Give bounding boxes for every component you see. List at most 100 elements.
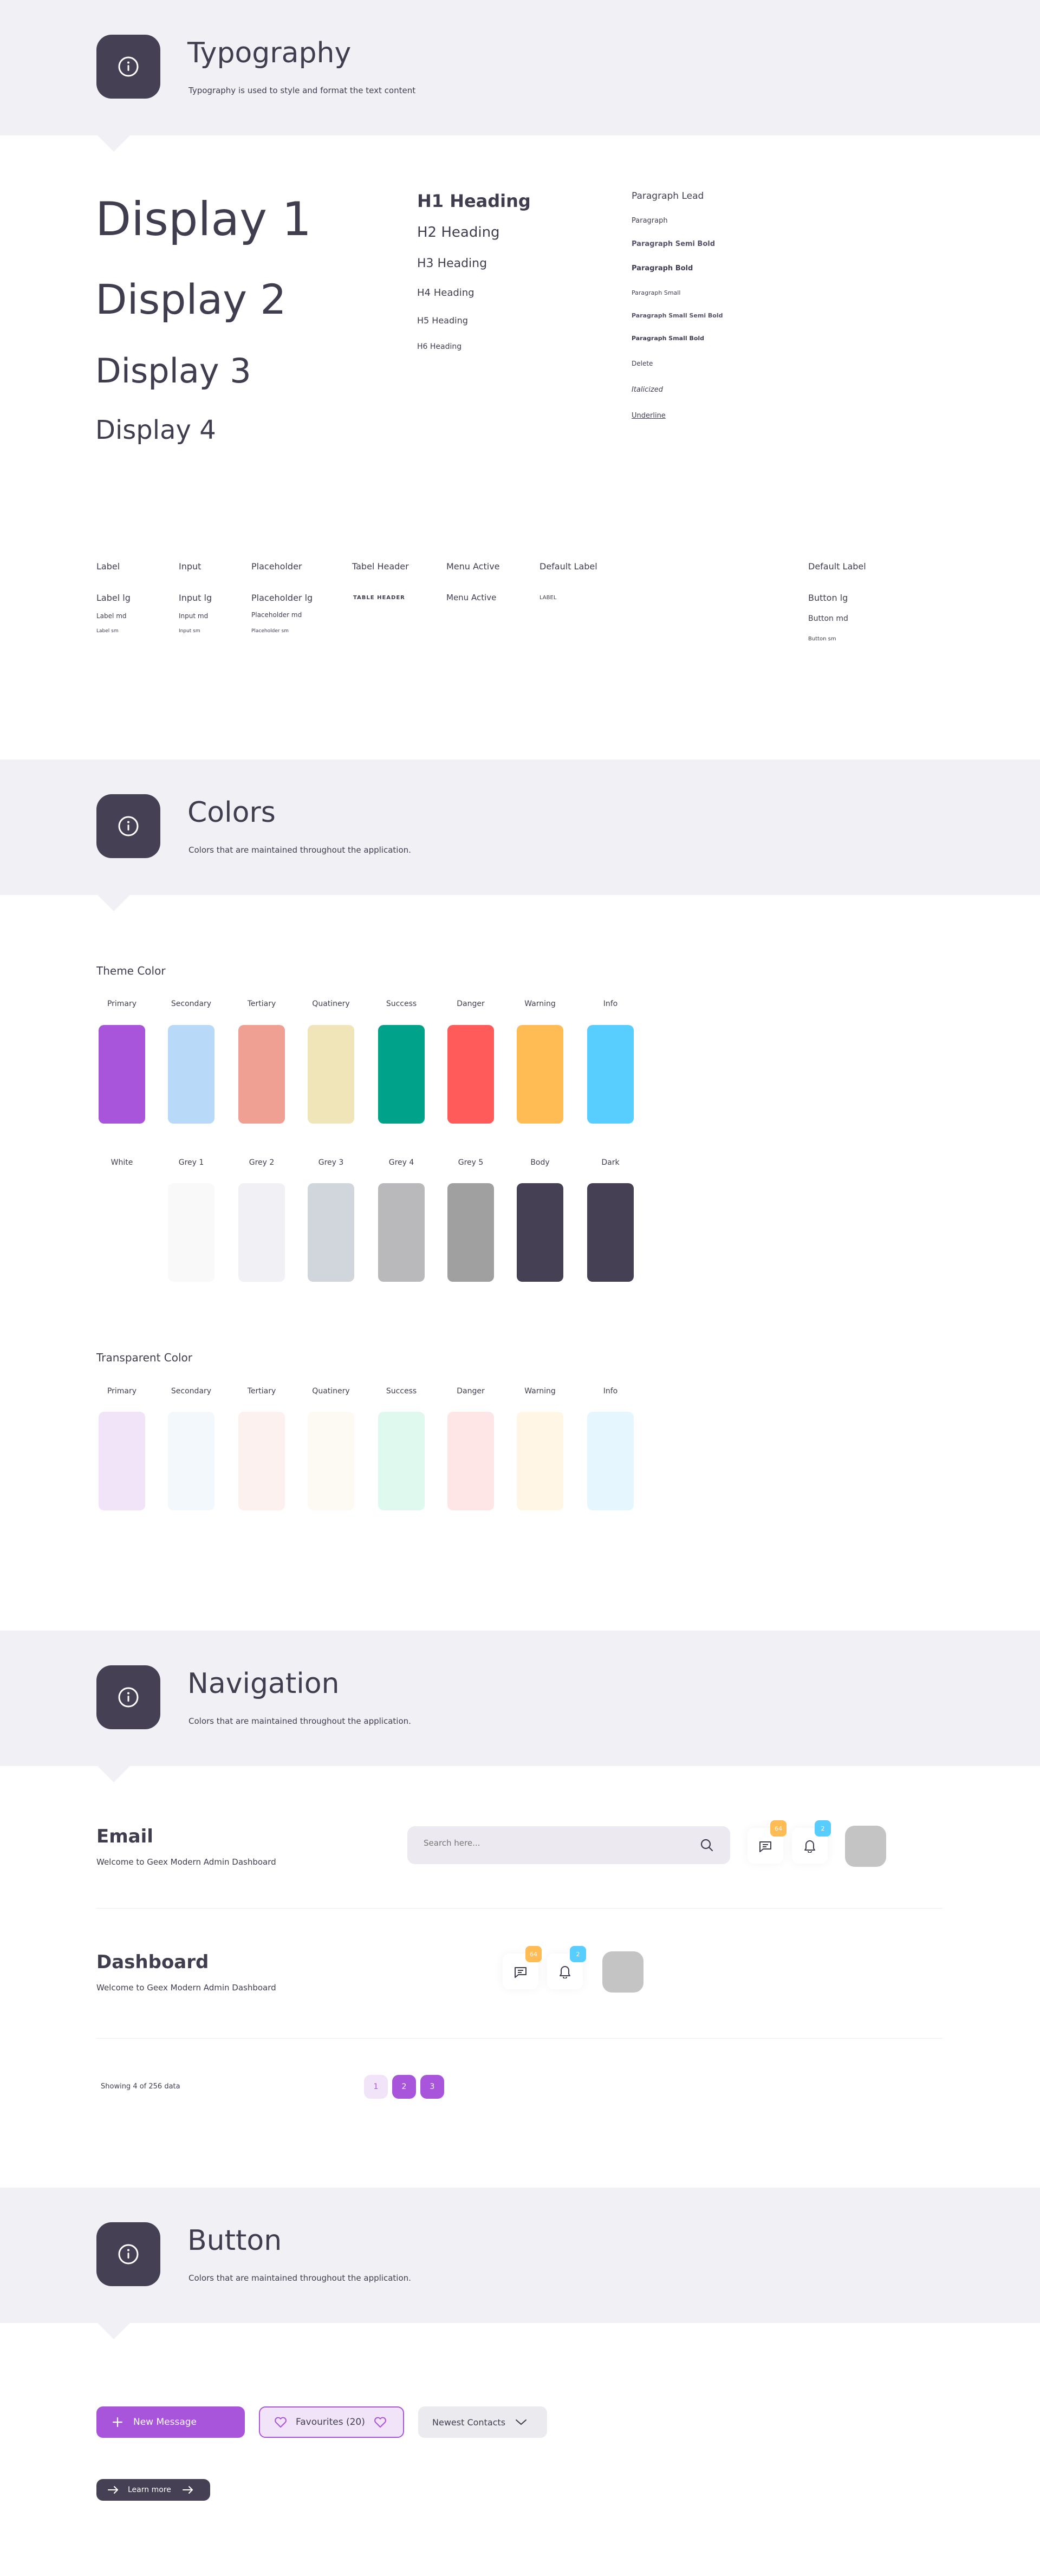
delete-text: Delete: [632, 360, 653, 367]
new-message-button[interactable]: New Message: [96, 2406, 245, 2438]
swatch-label-primary: Primary: [107, 1000, 137, 1008]
color-swatch-body: [517, 1183, 563, 1282]
band-pointer: [98, 1766, 130, 1782]
button-md-sample: Button md: [808, 614, 848, 623]
h3-heading: H3 Heading: [417, 257, 487, 270]
search-input[interactable]: [424, 1838, 684, 1848]
info-icon: [118, 56, 139, 77]
divider: [96, 1908, 942, 1909]
swatch-label-grey-1: Grey 1: [178, 1158, 204, 1167]
button-header: Button Colors that are maintained throug…: [0, 2188, 1040, 2339]
page-button-2[interactable]: 2: [392, 2075, 416, 2099]
color-swatch-primary: [99, 1025, 145, 1124]
arrow-right-icon: [108, 2486, 118, 2494]
avatar[interactable]: [845, 1826, 886, 1867]
swatch-label-grey-3: Grey 3: [318, 1158, 344, 1167]
menu-active-sample: Menu Active: [446, 593, 497, 602]
band-pointer: [98, 135, 130, 152]
button-label-heading: Default Label: [808, 561, 866, 572]
color-swatch-quatinery: [308, 1412, 354, 1510]
messages-button[interactable]: 64: [748, 1820, 786, 1864]
heart-icon: [275, 2417, 287, 2428]
messages-button[interactable]: 64: [503, 1946, 542, 1989]
search-bar[interactable]: [407, 1826, 730, 1864]
swatch-label-dark: Dark: [601, 1158, 620, 1167]
email-title: Email: [96, 1826, 153, 1847]
newest-contacts-label: Newest Contacts: [432, 2417, 506, 2428]
color-swatch-warning: [517, 1025, 563, 1124]
message-icon: [515, 1967, 526, 1978]
swatch-label-danger: Danger: [457, 1000, 485, 1008]
swatch-label-info: Info: [603, 1387, 618, 1396]
swatch-label-grey-5: Grey 5: [458, 1158, 484, 1167]
display-4: Display 4: [95, 415, 216, 445]
display-2: Display 2: [95, 275, 287, 323]
colors-header: Colors Colors that are maintained throug…: [0, 760, 1040, 911]
email-subtitle: Welcome to Geex Modern Admin Dashboard: [96, 1857, 276, 1867]
color-swatch-tertiary: [238, 1025, 285, 1124]
color-swatch-grey-3: [308, 1183, 354, 1282]
section-subtitle: Colors that are maintained throughout th…: [188, 845, 411, 855]
h6-heading: H6 Heading: [417, 342, 462, 351]
section-subtitle: Colors that are maintained throughout th…: [188, 1716, 411, 1726]
learn-more-label: Learn more: [128, 2486, 171, 2494]
favourites-label: Favourites (20): [296, 2417, 365, 2428]
h5-heading: H5 Heading: [417, 315, 468, 326]
new-message-label: New Message: [133, 2417, 197, 2428]
messages-badge: 64: [525, 1946, 542, 1962]
paragraph-semibold: Paragraph Semi Bold: [632, 240, 716, 248]
heart-icon: [374, 2417, 386, 2428]
navigation-header: Navigation Colors that are maintained th…: [0, 1631, 1040, 1782]
bell-icon: [804, 1840, 815, 1853]
section-subtitle: Colors that are maintained throughout th…: [188, 2273, 411, 2283]
notifications-button[interactable]: 2: [547, 1946, 586, 1989]
info-icon: [118, 2244, 139, 2264]
swatch-label-secondary: Secondary: [171, 1000, 212, 1008]
band-pointer: [98, 895, 130, 911]
placeholder-lg: Placeholder lg: [251, 593, 313, 603]
label-md: Label md: [96, 612, 127, 620]
info-icon-tile: [96, 794, 160, 858]
favourites-button[interactable]: Favourites (20): [259, 2406, 404, 2438]
search-icon[interactable]: [700, 1838, 714, 1852]
notifications-badge: 2: [815, 1820, 831, 1837]
color-swatch-danger: [447, 1025, 494, 1124]
page-button-3[interactable]: 3: [420, 2075, 444, 2099]
section-title: Button: [187, 2224, 282, 2257]
h4-heading: H4 Heading: [417, 287, 474, 299]
button-lg-sample: Button lg: [808, 593, 848, 603]
table-header-heading: Tabel Header: [352, 561, 409, 572]
page-button-1[interactable]: 1: [364, 2075, 388, 2099]
swatch-label-tertiary: Tertiary: [247, 1000, 276, 1008]
section-title: Typography: [187, 37, 352, 69]
default-label-sample: LABEL: [540, 595, 557, 601]
theme-color-heading: Theme Color: [96, 964, 166, 977]
pagination-info: Showing 4 of 256 data: [101, 2082, 180, 2091]
section-title: Navigation: [187, 1667, 340, 1700]
color-swatch-info: [587, 1412, 634, 1510]
swatch-label-success: Success: [386, 1387, 417, 1396]
messages-badge: 64: [770, 1820, 786, 1837]
avatar[interactable]: [602, 1951, 644, 1993]
swatch-label-grey-2: Grey 2: [249, 1158, 275, 1167]
swatch-label-info: Info: [603, 1000, 618, 1008]
color-swatch-danger: [447, 1412, 494, 1510]
notifications-button[interactable]: 2: [792, 1820, 831, 1864]
notifications-badge: 2: [570, 1946, 586, 1962]
color-swatch-grey-4: [378, 1183, 425, 1282]
display-1: Display 1: [95, 192, 312, 246]
newest-contacts-button[interactable]: Newest Contacts: [418, 2406, 547, 2438]
learn-more-button[interactable]: Learn more: [96, 2479, 210, 2501]
arrow-right-icon: [182, 2486, 193, 2494]
color-swatch-grey-2: [238, 1183, 285, 1282]
color-swatch-secondary: [168, 1025, 214, 1124]
info-icon: [118, 1687, 139, 1708]
transparent-color-heading: Transparent Color: [96, 1351, 192, 1364]
color-swatch-success: [378, 1025, 425, 1124]
swatch-label-warning: Warning: [524, 1000, 556, 1008]
input-lg: Input lg: [179, 593, 212, 603]
label-lg: Label lg: [96, 593, 131, 603]
color-swatch-warning: [517, 1412, 563, 1510]
placeholder-sm: Placeholder sm: [251, 628, 289, 634]
color-swatch-dark: [587, 1183, 634, 1282]
